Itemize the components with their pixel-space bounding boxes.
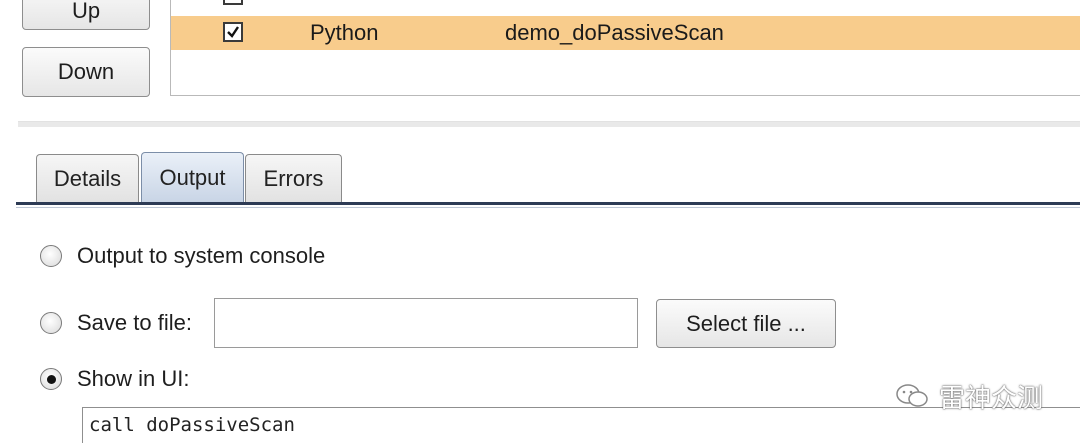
system-console-label: Output to system console	[77, 243, 326, 268]
up-button[interactable]: Up	[22, 0, 150, 30]
select-file-button[interactable]: Select file ...	[656, 299, 836, 348]
split-divider[interactable]	[18, 121, 1080, 127]
wechat-icon	[896, 384, 928, 407]
radio-show-in-ui[interactable]	[40, 368, 62, 390]
console-text: call doPassiveScan	[89, 414, 295, 436]
save-to-file-label: Save to file:	[77, 310, 192, 335]
up-button-label: Up	[71, 0, 101, 23]
extensions-table: Python demo_doPassiveScan	[170, 0, 1080, 96]
down-button-label: Down	[57, 59, 115, 84]
radio-selected-dot	[47, 375, 56, 384]
checkbox-icon[interactable]	[223, 0, 243, 5]
tab-details-label: Details	[53, 165, 122, 191]
tab-errors-label: Errors	[263, 165, 324, 191]
table-row[interactable]: Python demo_doPassiveScan	[171, 16, 1080, 50]
tab-details[interactable]: Details	[36, 154, 139, 202]
radio-save-to-file[interactable]	[40, 312, 62, 334]
extension-type: Python	[310, 20, 379, 45]
watermark: 雷神众测	[895, 378, 1065, 414]
extension-name: demo_doPassiveScan	[505, 20, 724, 45]
show-in-ui-label: Show in UI:	[77, 366, 190, 391]
save-file-path-input[interactable]	[214, 298, 638, 348]
down-button[interactable]: Down	[22, 47, 150, 97]
tab-output[interactable]: Output	[141, 152, 244, 202]
tab-strip-rule-shadow	[16, 207, 1080, 208]
watermark-text: 雷神众测	[939, 383, 1044, 414]
tab-strip-rule	[16, 202, 1080, 205]
tab-errors[interactable]: Errors	[245, 154, 342, 202]
radio-system-console[interactable]	[40, 245, 62, 267]
select-file-button-label: Select file ...	[686, 310, 806, 336]
tab-output-label: Output	[159, 164, 226, 190]
table-row-partial[interactable]	[171, 0, 1080, 13]
checkbox-checked-icon[interactable]	[223, 22, 243, 42]
